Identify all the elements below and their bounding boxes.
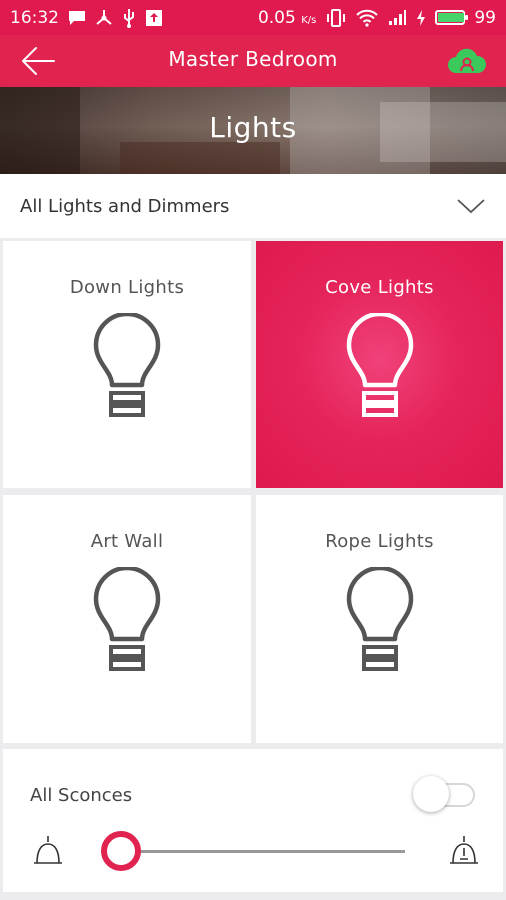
status-time: 16:32 — [10, 7, 59, 28]
dimmer-row — [3, 829, 503, 873]
charging-icon — [416, 9, 426, 27]
light-tile-art-wall[interactable]: Art Wall — [3, 495, 251, 743]
app-toolbar: Master Bedroom — [0, 35, 506, 87]
light-tile-cove-lights[interactable]: Cove Lights — [256, 241, 503, 488]
lightbulb-icon — [345, 311, 415, 417]
wifi-icon — [356, 9, 379, 27]
dimmer-thumb[interactable] — [101, 831, 141, 871]
status-bar: 16:32 0.05 K/s 99 — [0, 0, 506, 35]
dim-low-icon[interactable] — [33, 835, 63, 869]
room-title: Master Bedroom — [168, 47, 338, 71]
chevron-down-icon — [456, 197, 486, 215]
toggle-knob — [413, 776, 449, 812]
tile-label: Rope Lights — [325, 531, 434, 552]
vibrate-icon — [325, 8, 347, 27]
page-title: Lights — [209, 111, 297, 144]
upload-icon — [145, 9, 163, 27]
dim-high-icon[interactable] — [449, 835, 479, 869]
message-icon — [68, 10, 86, 26]
signal-icon — [387, 9, 407, 27]
lightbulb-icon — [345, 565, 415, 671]
usb-tether-icon — [95, 9, 113, 27]
dimmer-track[interactable] — [123, 850, 405, 853]
lightbulb-icon — [92, 311, 162, 417]
sconces-label: All Sconces — [30, 785, 133, 806]
hero-banner: Lights — [0, 87, 506, 174]
filter-selected-value: All Lights and Dimmers — [20, 195, 230, 217]
light-tile-rope-lights[interactable]: Rope Lights — [256, 495, 503, 743]
tile-label: Down Lights — [69, 277, 185, 298]
tile-label: Cove Lights — [325, 277, 434, 298]
lights-filter-dropdown[interactable]: All Lights and Dimmers — [0, 174, 506, 238]
light-tile-down-lights[interactable]: Down Lights — [3, 241, 251, 488]
data-rate: 0.05 K/s — [257, 7, 317, 28]
usb-icon — [122, 8, 136, 28]
sconces-card: All Sconces — [3, 749, 503, 892]
battery-icon — [435, 10, 469, 25]
cloud-status-icon[interactable] — [446, 45, 488, 77]
battery-level: 99 — [474, 7, 496, 28]
tile-label: Art Wall — [90, 531, 164, 552]
sconces-toggle[interactable] — [413, 775, 479, 813]
lightbulb-icon — [92, 565, 162, 671]
